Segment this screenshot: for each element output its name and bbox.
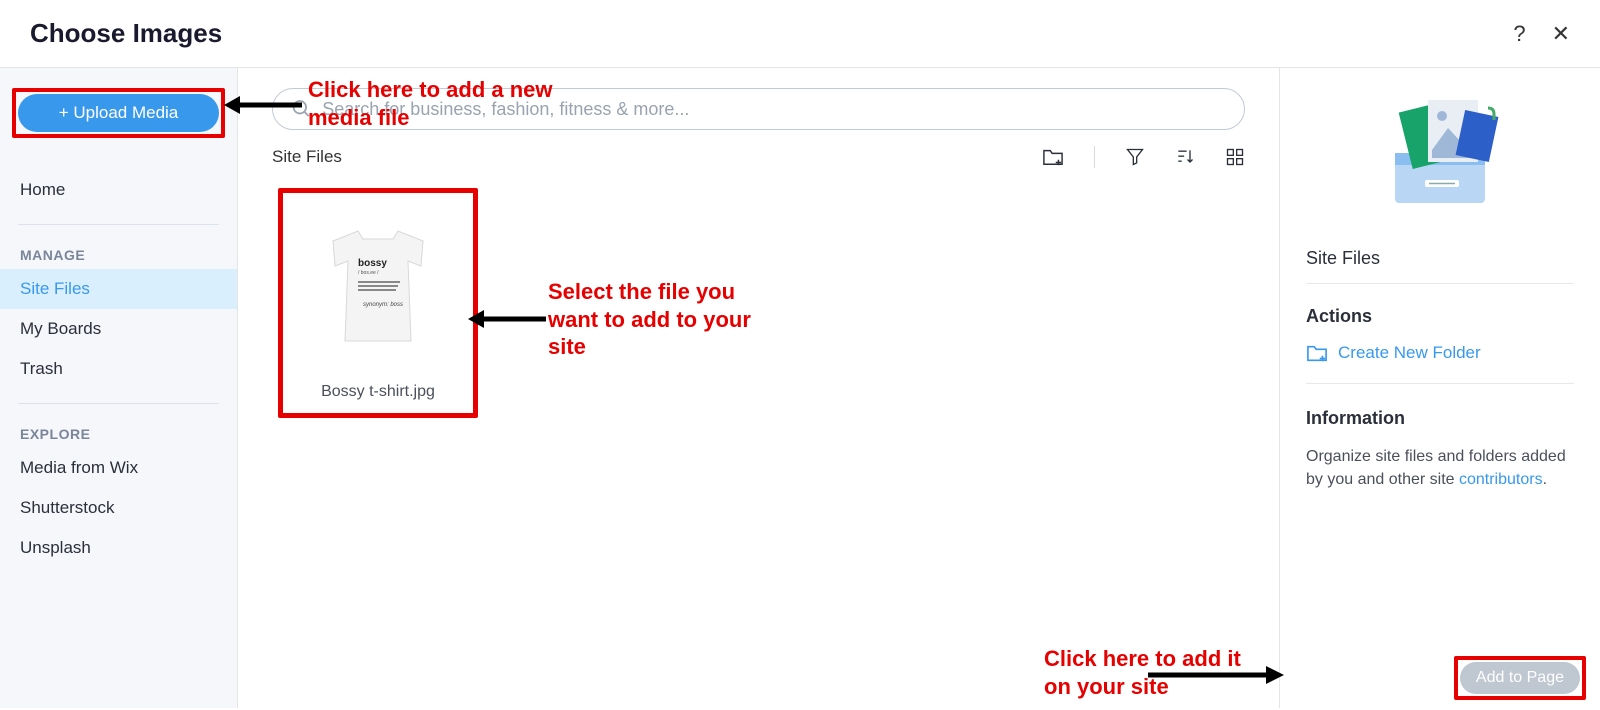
information-text: Organize site files and folders added by… — [1306, 445, 1574, 491]
file-name-label: Bossy t-shirt.jpg — [291, 383, 465, 401]
sidebar-section-manage: MANAGE — [0, 239, 237, 269]
new-folder-icon — [1306, 343, 1328, 363]
filter-icon[interactable] — [1125, 147, 1145, 167]
help-icon[interactable]: ? — [1513, 21, 1525, 47]
breadcrumb: Site Files — [272, 147, 342, 167]
sidebar-section-explore: EXPLORE — [0, 418, 237, 448]
sidebar-item-trash[interactable]: Trash — [0, 349, 237, 389]
panel-title: Site Files — [1306, 248, 1574, 284]
sidebar-item-media-from-wix[interactable]: Media from Wix — [0, 448, 237, 488]
details-panel: Site Files Actions Create New Folder Inf… — [1280, 68, 1600, 708]
new-folder-icon[interactable] — [1042, 147, 1064, 167]
dialog-header: Choose Images ? ✕ — [0, 0, 1600, 68]
annotation-text: Click here to add it on your site — [1044, 645, 1259, 700]
add-to-page-button[interactable]: Add to Page — [1460, 662, 1580, 694]
svg-text:bossy: bossy — [358, 258, 387, 269]
svg-text:synonym: boss: synonym: boss — [363, 302, 403, 308]
file-thumbnail: bossy / bos.ee / synonym: boss — [291, 201, 465, 371]
sidebar-item-home[interactable]: Home — [0, 170, 237, 210]
divider — [18, 403, 219, 404]
sidebar-item-shutterstock[interactable]: Shutterstock — [0, 488, 237, 528]
sidebar-item-site-files[interactable]: Site Files — [0, 269, 237, 309]
annotation-highlight-add: Add to Page — [1454, 656, 1586, 700]
svg-text:/ bos.ee /: / bos.ee / — [358, 270, 379, 276]
search-input[interactable] — [322, 99, 1226, 120]
close-icon[interactable]: ✕ — [1552, 21, 1570, 47]
create-new-folder-action[interactable]: Create New Folder — [1306, 343, 1574, 384]
panel-illustration — [1306, 88, 1574, 208]
annotation-highlight-upload: + Upload Media — [12, 88, 225, 138]
information-heading: Information — [1306, 408, 1574, 429]
upload-media-button[interactable]: + Upload Media — [18, 94, 219, 132]
divider — [1094, 146, 1095, 168]
dialog-title: Choose Images — [30, 18, 222, 49]
sidebar-item-unsplash[interactable]: Unsplash — [0, 528, 237, 568]
sort-icon[interactable] — [1175, 147, 1195, 167]
grid-view-icon[interactable] — [1225, 147, 1245, 167]
divider — [18, 224, 219, 225]
file-item[interactable]: bossy / bos.ee / synonym: boss Bossy t-s… — [278, 188, 478, 418]
sidebar: + Upload Media Home MANAGE Site Files My… — [0, 68, 238, 708]
search-box[interactable] — [272, 88, 1245, 130]
create-new-folder-label: Create New Folder — [1338, 343, 1481, 363]
sidebar-item-my-boards[interactable]: My Boards — [0, 309, 237, 349]
actions-heading: Actions — [1306, 306, 1574, 327]
main-content: Site Files bossy / bos.ee / — [238, 68, 1280, 708]
search-icon — [291, 98, 312, 120]
contributors-link[interactable]: contributors — [1459, 471, 1543, 488]
